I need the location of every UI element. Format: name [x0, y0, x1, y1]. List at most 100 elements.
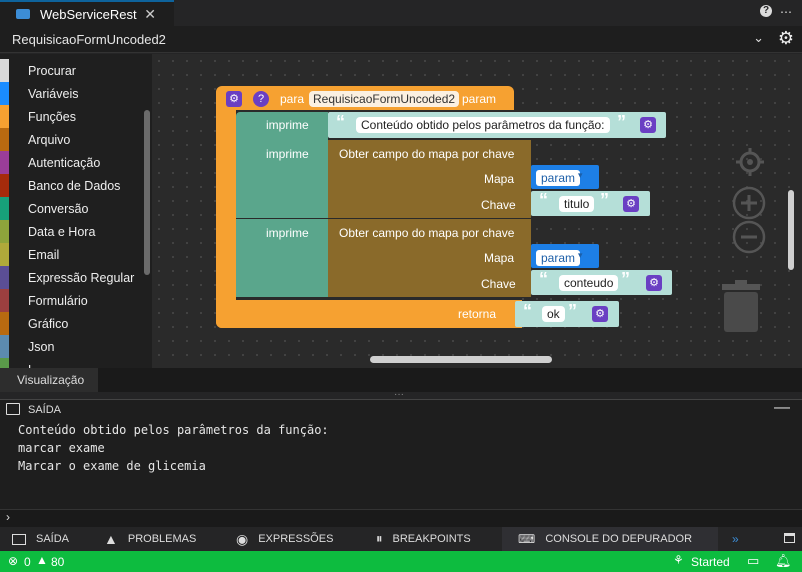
- more-icon[interactable]: ⋯: [780, 5, 792, 19]
- output-line: marcar exame: [18, 441, 105, 455]
- toolbox-category[interactable]: Expressão Regular: [0, 266, 145, 289]
- tab-label: SAÍDA: [36, 533, 70, 545]
- open-quote-icon: “: [523, 301, 532, 321]
- key-text-1[interactable]: titulo: [559, 196, 595, 212]
- tab-webservicerest[interactable]: WebServiceRest ✕: [0, 0, 174, 26]
- key-input-label-2: Chave: [481, 277, 516, 291]
- toolbox-category[interactable]: Funções: [0, 105, 145, 128]
- close-quote-icon: ”: [621, 269, 630, 289]
- variable-dropdown-2[interactable]: param: [536, 250, 581, 266]
- chevron-down-icon[interactable]: ⌄: [753, 30, 764, 46]
- editor-tab-bar: WebServiceRest ✕ ? ⋯: [0, 0, 802, 26]
- notifications-icon[interactable]: 🔔︎: [775, 553, 792, 569]
- output-header: SAÍDA —: [0, 399, 802, 419]
- map-input-label-2: Mapa: [484, 251, 515, 265]
- function-keyword: para: [280, 92, 305, 106]
- workspace-vertical-scrollbar[interactable]: [788, 190, 794, 270]
- toolbox-category[interactable]: Variáveis: [0, 82, 145, 105]
- variable-dropdown-1[interactable]: param: [536, 170, 581, 186]
- tab-label: BREAKPOINTS: [392, 533, 471, 545]
- terminal-icon: [12, 533, 26, 545]
- return-value[interactable]: ok: [542, 306, 565, 322]
- toolbox-category[interactable]: L: [0, 358, 145, 368]
- toolbox-category[interactable]: Gráfico: [0, 312, 145, 335]
- category-color-swatch: [0, 174, 9, 197]
- function-header: RequisicaoFormUncoded2 ⌄ ⚙: [0, 26, 802, 53]
- dropdown-arrow-icon: ▾: [578, 170, 583, 180]
- key-input-label-1: Chave: [481, 198, 516, 212]
- text-mutator-icon[interactable]: ⚙: [646, 275, 662, 291]
- toolbox-category[interactable]: Banco de Dados: [0, 174, 145, 197]
- block-toolbox: Procurar Variáveis Funções Arquivo Autentica…: [0, 54, 152, 368]
- minimize-icon[interactable]: —: [774, 399, 790, 417]
- category-color-swatch: [0, 266, 9, 289]
- category-color-swatch: [0, 243, 9, 266]
- function-name-field[interactable]: RequisicaoFormUncoded2: [309, 91, 460, 107]
- help-icon[interactable]: ?: [760, 5, 772, 17]
- category-label: Expressão Regular: [28, 270, 135, 285]
- function-param: param: [462, 92, 497, 106]
- close-icon[interactable]: ✕: [144, 6, 156, 23]
- toolbox-category[interactable]: Formulário: [0, 289, 145, 312]
- function-help-icon[interactable]: ?: [253, 91, 269, 107]
- toolbox-category[interactable]: Json: [0, 335, 145, 358]
- category-label: Funções: [28, 109, 76, 124]
- category-color-swatch: [0, 59, 9, 82]
- print-text-1[interactable]: Conteúdo obtido pelos parâmetros da funç…: [356, 117, 610, 133]
- category-color-swatch: [0, 128, 9, 151]
- category-label: Banco de Dados: [28, 178, 121, 193]
- tab-label: WebServiceRest: [40, 6, 137, 22]
- toolbox-category[interactable]: Data e Hora: [0, 220, 145, 243]
- more-tabs-icon[interactable]: »: [732, 532, 739, 546]
- category-label: Gráfico: [28, 316, 69, 331]
- error-count[interactable]: 0: [24, 555, 31, 569]
- category-color-swatch: [0, 197, 9, 220]
- zoom-out-icon[interactable]: [732, 220, 766, 254]
- toolbox-scrollbar[interactable]: [144, 110, 150, 275]
- close-quote-icon: ”: [568, 301, 577, 321]
- function-selector-label[interactable]: RequisicaoFormUncoded2: [12, 32, 166, 47]
- toolbox-category[interactable]: Autenticação: [0, 151, 145, 174]
- key-text-2[interactable]: conteudo: [559, 275, 619, 291]
- map-get-label-1: Obter campo do mapa por chave: [339, 147, 515, 161]
- run-status[interactable]: Started: [691, 555, 730, 569]
- tab-saida[interactable]: SAÍDA: [12, 527, 92, 551]
- recenter-icon[interactable]: [734, 146, 766, 178]
- category-label: Autenticação: [28, 155, 101, 170]
- console-icon: ⌨: [518, 532, 536, 546]
- tab-problemas[interactable]: ▲ PROBLEMAS: [104, 527, 216, 551]
- close-quote-icon: ”: [617, 112, 626, 132]
- tab-breakpoints[interactable]: ⏸ BREAKPOINTS: [376, 527, 498, 551]
- zoom-in-icon[interactable]: [732, 186, 766, 220]
- text-mutator-icon[interactable]: ⚙: [640, 117, 656, 133]
- maximize-icon[interactable]: [784, 533, 795, 543]
- category-label: Variáveis: [28, 86, 79, 101]
- panel-resize-handle[interactable]: ···: [394, 390, 408, 400]
- category-color-swatch: [0, 358, 9, 368]
- toolbox-category[interactable]: Conversão: [0, 197, 145, 220]
- toolbox-category[interactable]: Arquivo: [0, 128, 145, 151]
- workspace-horizontal-scrollbar[interactable]: [370, 356, 552, 363]
- tab-expressoes[interactable]: ◉ EXPRESSÕES: [236, 527, 354, 551]
- error-icon: ⊗: [8, 554, 19, 568]
- toolbox-category[interactable]: Email: [0, 243, 145, 266]
- open-quote-icon: “: [539, 190, 548, 210]
- toolbox-category[interactable]: Procurar: [0, 59, 145, 82]
- category-color-swatch: [0, 289, 9, 312]
- gear-icon[interactable]: ⚙: [778, 28, 794, 49]
- map-input-label-1: Mapa: [484, 172, 515, 186]
- console-input[interactable]: ›: [0, 509, 802, 527]
- text-mutator-icon[interactable]: ⚙: [623, 196, 639, 212]
- tab-visualizacao[interactable]: Visualização: [0, 368, 98, 392]
- function-mutator-icon[interactable]: ⚙: [226, 91, 242, 107]
- file-icon: [16, 9, 30, 19]
- text-mutator-icon[interactable]: ⚙: [592, 306, 608, 322]
- feedback-icon[interactable]: ▭: [747, 553, 759, 569]
- category-color-swatch: [0, 312, 9, 335]
- tab-console-depurador[interactable]: ⌨ CONSOLE DO DEPURADOR: [502, 527, 718, 551]
- category-label: Conversão: [28, 201, 89, 216]
- print-label-3: imprime: [266, 226, 309, 240]
- trash-icon[interactable]: [718, 278, 764, 334]
- warning-count[interactable]: 80: [51, 555, 64, 569]
- output-line: Marcar o exame de glicemia: [18, 459, 206, 473]
